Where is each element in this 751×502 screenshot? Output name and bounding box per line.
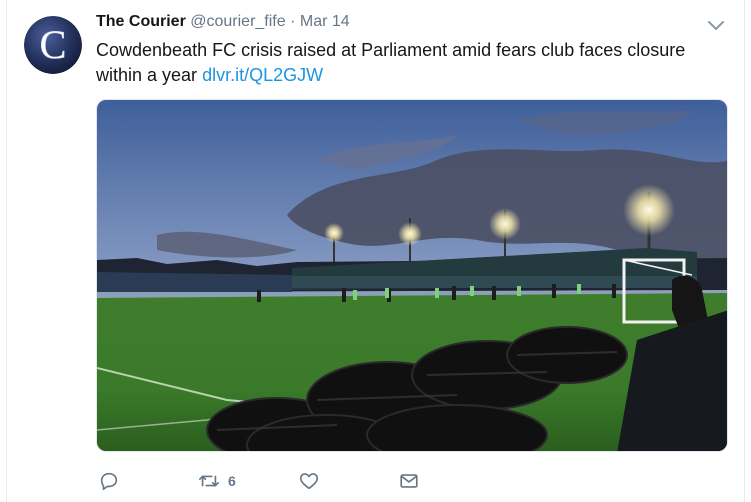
tweet-body: Cowdenbeath FC crisis raised at Parliame… (96, 40, 686, 85)
avatar[interactable]: C (24, 16, 82, 74)
tweet-header: The Courier @courier_fife · Mar 14 (96, 13, 350, 31)
svg-text:C: C (40, 22, 67, 67)
stadium-photo (97, 100, 727, 451)
tweet-actions: 6 (96, 468, 736, 494)
tweet-link[interactable]: dlvr.it/QL2GJW (202, 65, 323, 85)
heart-icon (299, 473, 319, 490)
card-right-border (744, 0, 745, 502)
tweet-text: Cowdenbeath FC crisis raised at Parliame… (96, 38, 736, 88)
like-button[interactable] (298, 468, 320, 494)
courier-logo-icon: C (24, 16, 82, 74)
chevron-down-icon[interactable] (706, 18, 726, 34)
message-button[interactable] (398, 468, 420, 494)
separator-dot: · (290, 13, 296, 30)
retweet-icon (199, 475, 219, 487)
envelope-icon (400, 474, 418, 488)
reply-icon (100, 472, 118, 491)
reply-button[interactable] (98, 468, 120, 494)
retweet-button[interactable]: 6 (198, 468, 236, 494)
author-handle[interactable]: @courier_fife (190, 13, 285, 30)
tweet-date[interactable]: Mar 14 (300, 13, 350, 30)
tweet-media-image[interactable] (96, 99, 728, 452)
retweet-count: 6 (228, 473, 236, 489)
author-name[interactable]: The Courier (96, 13, 186, 30)
card-left-border (6, 0, 7, 502)
